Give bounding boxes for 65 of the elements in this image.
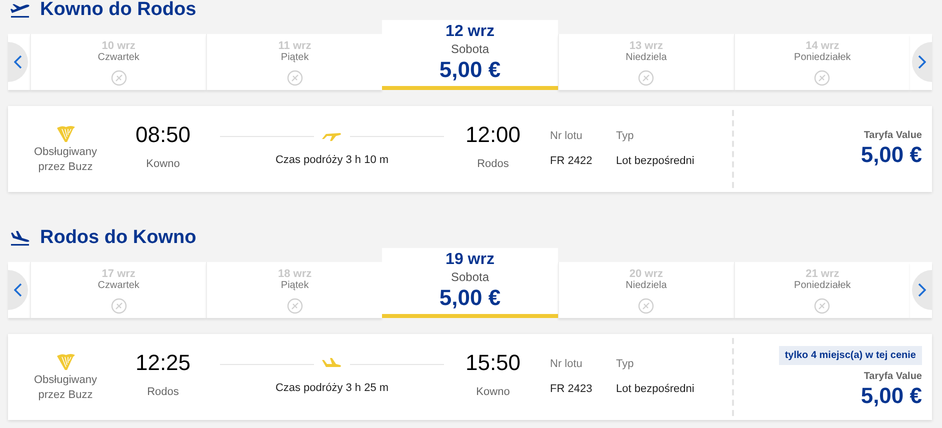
departure-time: 12:25: [135, 350, 191, 376]
flight-number: FR 2422: [550, 154, 594, 168]
arrival-city: Kowno: [476, 385, 510, 400]
plane-icon: [322, 130, 342, 142]
no-flights-icon: [814, 298, 830, 314]
date-label: 19 wrz: [446, 250, 494, 270]
type-heading: Typ: [616, 357, 635, 372]
seats-left-badge: tylko 4 miejsc(a) w tej cenie: [778, 346, 922, 364]
fare-label: Taryfa Value: [864, 370, 922, 382]
takeoff-icon: [10, 2, 30, 18]
no-flights-icon: [286, 298, 303, 314]
date-tab[interactable]: 19 wrz Sobota 5,00 €: [382, 248, 558, 318]
flight-type: Lot bezpośredni: [616, 382, 696, 396]
fare-label: Taryfa Value: [864, 130, 922, 142]
harp-logo-icon: [56, 125, 76, 143]
no-flights-icon: [110, 70, 127, 86]
day-label: Poniedziałek: [794, 52, 851, 64]
chevron-left-icon: [14, 283, 22, 297]
previous-button[interactable]: [8, 34, 30, 90]
operator-label: Obsługiwany przez Buzz: [33, 145, 98, 175]
no-flights-icon: [638, 70, 654, 86]
plane-icon: [322, 358, 342, 370]
no-flights-icon: [638, 298, 654, 314]
chevron-right-icon: [918, 55, 926, 69]
flight-number-heading: Nr lotu: [550, 357, 584, 372]
previous-button[interactable]: [8, 262, 30, 318]
flight-number-heading: Nr lotu: [550, 129, 584, 144]
section-title: Kowno do Rodos: [40, 0, 196, 20]
chevron-left-icon: [14, 55, 22, 69]
day-label: Sobota: [450, 270, 490, 284]
next-button[interactable]: [910, 262, 932, 318]
no-flights-icon: [814, 70, 830, 86]
operator-label: Obsługiwany przez Buzz: [33, 373, 98, 403]
next-button[interactable]: [910, 34, 932, 90]
duration-label: Czas podróży 3 h 25 m: [275, 381, 389, 396]
day-label: Niedziela: [626, 280, 667, 292]
flight-number: FR 2423: [550, 382, 594, 396]
arrival-time: 15:50: [465, 350, 521, 376]
duration-label: Czas podróży 3 h 10 m: [275, 153, 389, 168]
day-label: Sobota: [450, 42, 490, 56]
flight-type: Lot bezpośredni: [616, 154, 696, 168]
day-label: Czwartek: [98, 52, 140, 64]
departure-city: Kowno: [146, 157, 180, 172]
price-label: 5,00 €: [439, 284, 501, 312]
harp-logo-icon: [56, 353, 76, 371]
departure-city: Rodos: [147, 385, 179, 400]
chevron-right-icon: [918, 283, 926, 297]
day-label: Niedziela: [626, 52, 667, 64]
no-flights-icon: [110, 298, 127, 314]
day-label: Poniedziałek: [794, 280, 851, 292]
day-label: Piątek: [280, 280, 309, 292]
fare-price: 5,00 €: [860, 142, 922, 168]
date-tab[interactable]: 12 wrz Sobota 5,00 €: [382, 20, 558, 90]
date-label: 12 wrz: [446, 22, 494, 42]
fare-price: 5,00 €: [860, 382, 922, 408]
section-title: Rodos do Kowno: [40, 228, 196, 248]
type-heading: Typ: [616, 129, 635, 144]
arrival-city: Rodos: [477, 157, 509, 172]
day-label: Piątek: [280, 52, 309, 64]
departure-time: 08:50: [135, 122, 191, 148]
day-label: Czwartek: [98, 280, 140, 292]
arrival-time: 12:00: [465, 122, 521, 148]
landing-icon: [10, 230, 30, 246]
no-flights-icon: [286, 70, 303, 86]
price-label: 5,00 €: [439, 56, 501, 84]
